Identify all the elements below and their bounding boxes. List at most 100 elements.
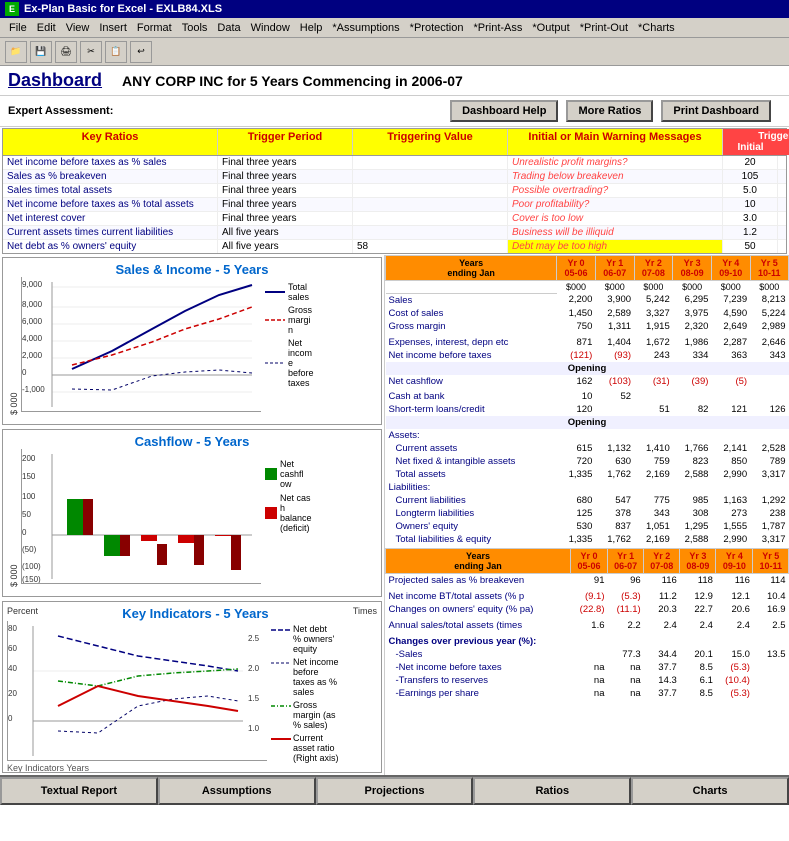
menu-print-ass[interactable]: *Print-Ass xyxy=(469,21,526,35)
ft-unit-3: $000 xyxy=(673,281,712,294)
ft-unit-0: $000 xyxy=(557,281,596,294)
ft-row-fixed-assets: Net fixed & intangible assets 720 630 75… xyxy=(386,455,789,468)
menu-file[interactable]: File xyxy=(5,21,31,35)
toolbar-btn-1[interactable]: 📁 xyxy=(5,41,27,63)
ratios-table: Yearsending Jan Yr 005-06 Yr 106-07 Yr 2… xyxy=(385,548,789,700)
toolbar-btn-2[interactable]: 💾 xyxy=(30,41,52,63)
ft-label-ll: Longterm liabilities xyxy=(386,507,557,520)
kr-cell-ratio: Sales times total assets xyxy=(3,184,218,197)
ft-yr3-header: Yr 308-09 xyxy=(673,256,712,281)
ft-row-cashflow: Net cashflow 162 (103) (31) (39) (5) xyxy=(386,375,789,388)
ft-label-cl: Current liabilities xyxy=(386,494,557,507)
kr-cell-ratio: Net income before taxes as % total asset… xyxy=(3,198,218,211)
rt-val-be-1: 96 xyxy=(608,573,644,587)
rt-val-nc-5 xyxy=(753,661,789,674)
kr-cell-value xyxy=(353,212,508,225)
menu-bar: File Edit View Insert Format Tools Data … xyxy=(0,18,789,38)
rt-val-eps-2: 37.7 xyxy=(644,687,680,700)
expert-label: Expert Assessment: xyxy=(8,105,113,117)
ft-val-tle-0: 1,335 xyxy=(557,533,596,546)
print-dashboard-button[interactable]: Print Dashboard xyxy=(661,100,771,122)
menu-print-out[interactable]: *Print-Out xyxy=(576,21,632,35)
rt-val-be-2: 116 xyxy=(644,573,680,587)
tab-assumptions[interactable]: Assumptions xyxy=(158,777,316,805)
ft-val-ca-1: 1,132 xyxy=(595,442,634,455)
ft-opening-2: Opening xyxy=(386,416,789,429)
rt-val-at-2: 2.4 xyxy=(644,619,680,632)
ft-row-nibt: Net income before taxes (121) (93) 243 3… xyxy=(386,349,789,362)
rt-row-transfers-chg: -Transfers to reserves na na 14.3 6.1 (1… xyxy=(386,674,789,687)
rt-label-roe: Changes on owners' equity (% pa) xyxy=(386,603,571,616)
rt-val-nibta-2: 11.2 xyxy=(644,590,680,603)
toolbar-btn-5[interactable]: 📋 xyxy=(105,41,127,63)
ft-val-fa-3: 823 xyxy=(673,455,712,468)
cashflow-chart-svg: 200 150 100 50 0 (50) (100) (150) xyxy=(21,449,261,584)
kr-row-7: Net debt as % owners' equity All five ye… xyxy=(3,240,786,253)
svg-text:4,000: 4,000 xyxy=(22,334,43,343)
ft-label-nibt: Net income before taxes xyxy=(386,349,557,362)
svg-text:1.0: 1.0 xyxy=(248,724,260,733)
ft-val-exp-5: 2,646 xyxy=(750,336,788,349)
ft-label-ca: Current assets xyxy=(386,442,557,455)
menu-edit[interactable]: Edit xyxy=(33,21,60,35)
menu-charts[interactable]: *Charts xyxy=(634,21,679,35)
svg-text:9,000: 9,000 xyxy=(22,280,43,289)
rt-val-be-5: 114 xyxy=(753,573,789,587)
kr-cell-main: 30 xyxy=(778,156,789,169)
ft-val-tle-5: 3,317 xyxy=(750,533,788,546)
tab-projections[interactable]: Projections xyxy=(316,777,474,805)
ft-val-cos-0: 1,450 xyxy=(557,307,596,320)
menu-view[interactable]: View xyxy=(62,21,94,35)
svg-text:20: 20 xyxy=(8,689,17,698)
ft-val-sales-2: 5,242 xyxy=(634,293,673,307)
ft-val-fa-0: 720 xyxy=(557,455,596,468)
ft-val-sales-4: 7,239 xyxy=(711,293,750,307)
ft-val-cb-1: 52 xyxy=(595,390,634,403)
toolbar-btn-6[interactable]: ↩ xyxy=(130,41,152,63)
menu-output[interactable]: *Output xyxy=(528,21,573,35)
kr-row-3: Sales times total assets Final three yea… xyxy=(3,184,786,198)
menu-format[interactable]: Format xyxy=(133,21,176,35)
kr-cell-ratio: Net interest cover xyxy=(3,212,218,225)
rt-val-be-0: 91 xyxy=(570,573,607,587)
tab-textual-report[interactable]: Textual Report xyxy=(0,777,158,805)
kr-cell-initial: 10 xyxy=(723,198,778,211)
kr-cell-initial: 50 xyxy=(723,240,778,253)
menu-data[interactable]: Data xyxy=(213,21,244,35)
ft-yr5-header: Yr 510-11 xyxy=(750,256,788,281)
ft-row-tle: Total liabilities & equity 1,335 1,762 2… xyxy=(386,533,789,546)
kr-cell-period: Final three years xyxy=(218,184,353,197)
kr-row-2: Sales as % breakeven Final three years T… xyxy=(3,170,786,184)
ft-label-ta: Total assets xyxy=(386,468,557,481)
menu-window[interactable]: Window xyxy=(247,21,294,35)
more-ratios-button[interactable]: More Ratios xyxy=(566,100,653,122)
kr-row-5: Net interest cover Final three years Cov… xyxy=(3,212,786,226)
menu-help[interactable]: Help xyxy=(296,21,327,35)
menu-assumptions[interactable]: *Assumptions xyxy=(328,21,403,35)
rt-val-roe-3: 22.7 xyxy=(680,603,716,616)
toolbar-btn-4[interactable]: ✂ xyxy=(80,41,102,63)
tab-charts[interactable]: Charts xyxy=(631,777,789,805)
rt-val-at-0: 1.6 xyxy=(570,619,607,632)
svg-text:2,000: 2,000 xyxy=(22,351,43,360)
kr-cell-period: Final three years xyxy=(218,212,353,225)
ft-val-ta-2: 2,169 xyxy=(634,468,673,481)
tab-ratios[interactable]: Ratios xyxy=(473,777,631,805)
dashboard-help-button[interactable]: Dashboard Help xyxy=(450,100,558,122)
ft-val-cos-4: 4,590 xyxy=(711,307,750,320)
svg-text:2.0: 2.0 xyxy=(248,664,260,673)
kr-cell-ratio: Net debt as % owners' equity xyxy=(3,240,218,253)
menu-insert[interactable]: Insert xyxy=(95,21,131,35)
menu-tools[interactable]: Tools xyxy=(178,21,212,35)
rt-yr0-header: Yr 005-06 xyxy=(570,548,607,573)
ft-val-fa-2: 759 xyxy=(634,455,673,468)
kr-cell-value xyxy=(353,184,508,197)
sales-chart-svg: 9,000 8,000 6,000 4,000 2,000 0 -1,000 xyxy=(21,277,261,412)
ft-val-oe-5: 1,787 xyxy=(750,520,788,533)
rt-label-changes: Changes over previous year (%): xyxy=(386,635,571,648)
kr-header-warning: Initial or Main Warning Messages xyxy=(508,129,723,155)
menu-protection[interactable]: *Protection xyxy=(406,21,468,35)
rt-label-nibt-chg: -Net income before taxes xyxy=(386,661,571,674)
rt-val-eps-1: na xyxy=(608,687,644,700)
toolbar-btn-3[interactable]: 🖨 xyxy=(55,41,77,63)
